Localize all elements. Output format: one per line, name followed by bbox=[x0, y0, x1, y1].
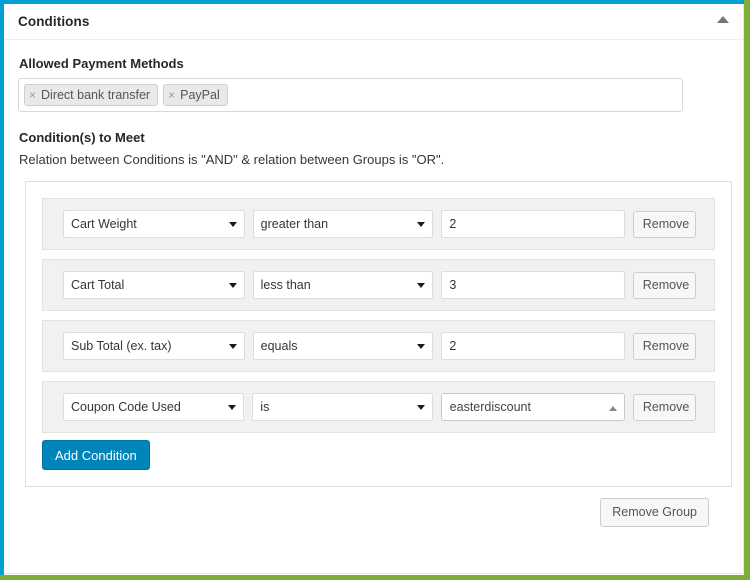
chip-label: PayPal bbox=[180, 88, 220, 102]
page-title: Conditions bbox=[18, 14, 90, 29]
chevron-down-icon bbox=[228, 405, 237, 410]
chevron-down-icon bbox=[228, 344, 237, 349]
condition-field-select[interactable]: Cart Weight bbox=[63, 210, 245, 238]
payment-method-chip[interactable]: × PayPal bbox=[163, 84, 228, 106]
condition-field-value: Cart Total bbox=[71, 278, 125, 292]
payment-method-chip[interactable]: × Direct bank transfer bbox=[24, 84, 159, 106]
conditions-to-meet-label: Condition(s) to Meet bbox=[19, 130, 145, 145]
condition-operator-value: greater than bbox=[260, 217, 329, 231]
condition-field-value: Sub Total (ex. tax) bbox=[71, 339, 172, 353]
condition-row: Sub Total (ex. tax) equals Remove bbox=[42, 320, 715, 372]
condition-value-input[interactable] bbox=[441, 271, 625, 299]
chevron-down-icon bbox=[416, 405, 425, 410]
allowed-payment-methods-field[interactable]: × Direct bank transfer × PayPal bbox=[18, 78, 683, 112]
condition-operator-value: equals bbox=[260, 339, 298, 353]
condition-field-select[interactable]: Sub Total (ex. tax) bbox=[63, 332, 245, 360]
condition-row: Coupon Code Used is easterdiscount Remov… bbox=[42, 381, 715, 433]
remove-condition-button[interactable]: Remove bbox=[632, 271, 696, 299]
allowed-payment-methods-label: Allowed Payment Methods bbox=[19, 56, 184, 71]
remove-condition-button[interactable]: Remove bbox=[632, 210, 696, 238]
chevron-down-icon bbox=[228, 222, 237, 227]
condition-operator-value: less than bbox=[260, 278, 311, 292]
condition-row: Cart Total less than Remove bbox=[42, 259, 715, 311]
add-condition-button[interactable]: Add Condition bbox=[42, 440, 150, 470]
chip-label: Direct bank transfer bbox=[41, 88, 151, 102]
condition-operator-select[interactable]: less than bbox=[252, 271, 434, 299]
panel-body: Allowed Payment Methods × Direct bank tr… bbox=[4, 40, 743, 527]
chevron-down-icon bbox=[417, 344, 426, 349]
page-edge-right bbox=[744, 0, 750, 580]
remove-condition-button[interactable]: Remove bbox=[632, 332, 696, 360]
remove-group-button[interactable]: Remove Group bbox=[600, 498, 709, 527]
condition-value-input[interactable] bbox=[441, 210, 625, 238]
chevron-up-icon bbox=[608, 406, 617, 411]
condition-operator-value: is bbox=[260, 400, 270, 414]
condition-field-select[interactable]: Coupon Code Used bbox=[63, 393, 245, 421]
condition-value-select[interactable]: easterdiscount bbox=[440, 393, 625, 421]
condition-field-value: Cart Weight bbox=[71, 217, 137, 231]
conditions-panel: Conditions Allowed Payment Methods × Dir… bbox=[4, 4, 744, 574]
condition-row: Cart Weight greater than Remove bbox=[42, 198, 715, 250]
condition-operator-select[interactable]: is bbox=[252, 393, 433, 421]
condition-field-value: Coupon Code Used bbox=[71, 400, 181, 414]
page-edge-bottom bbox=[0, 575, 750, 580]
chevron-down-icon bbox=[417, 222, 426, 227]
condition-operator-select[interactable]: greater than bbox=[252, 210, 434, 238]
chip-remove-icon[interactable]: × bbox=[168, 89, 175, 101]
chevron-down-icon bbox=[228, 283, 237, 288]
condition-operator-select[interactable]: equals bbox=[252, 332, 434, 360]
chevron-up-icon[interactable] bbox=[717, 16, 729, 23]
group-footer: Remove Group bbox=[18, 487, 729, 527]
condition-value-input[interactable] bbox=[441, 332, 625, 360]
condition-group: Cart Weight greater than Remove Cart Tot… bbox=[25, 181, 732, 487]
chevron-down-icon bbox=[417, 283, 426, 288]
remove-condition-button[interactable]: Remove bbox=[632, 393, 697, 421]
condition-field-select[interactable]: Cart Total bbox=[63, 271, 245, 299]
condition-value-text: easterdiscount bbox=[449, 400, 531, 414]
chip-remove-icon[interactable]: × bbox=[29, 89, 36, 101]
relation-note: Relation between Conditions is "AND" & r… bbox=[19, 152, 445, 167]
screenshot-root: Conditions Allowed Payment Methods × Dir… bbox=[0, 0, 750, 580]
panel-header[interactable]: Conditions bbox=[4, 4, 743, 40]
